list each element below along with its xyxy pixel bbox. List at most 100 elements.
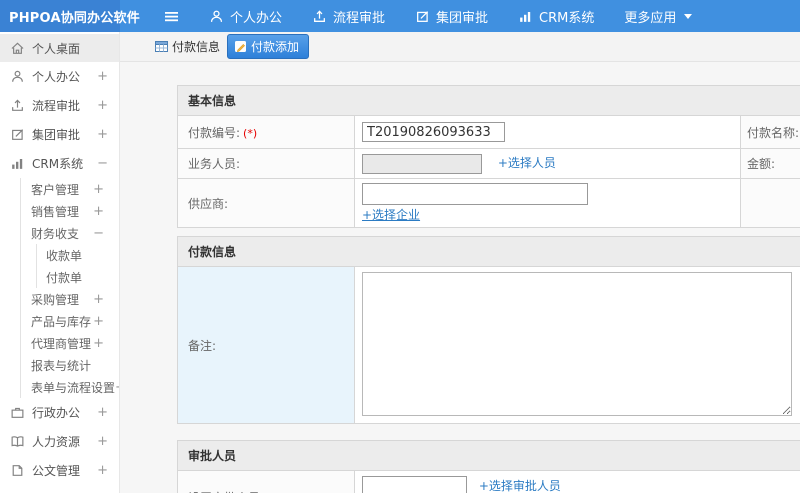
collapse-icon[interactable]: − <box>97 156 108 171</box>
top-navbar: PHPOA协同办公软件 个人办公 流程审批 集团审批 CRM系统 更多应用 <box>0 0 800 32</box>
sidebar-item-label: 公文管理 <box>32 464 81 478</box>
payment-no-input[interactable] <box>362 122 505 142</box>
section-title-payment-info: 付款信息 <box>176 236 800 267</box>
sidebar-item-form-workflow-settings[interactable]: 表单与流程设置 + <box>21 376 119 398</box>
expand-icon[interactable]: + <box>93 336 104 351</box>
expand-icon[interactable]: + <box>97 405 108 420</box>
finance-submenu: 收款单 付款单 <box>36 244 119 288</box>
sidebar-item-reports-stats[interactable]: 报表与统计 <box>21 354 119 376</box>
crm-submenu: 客户管理 + 销售管理 + 财务收支 − 收款单 付款单 采购管理 + 产品与库… <box>20 178 119 398</box>
expand-icon[interactable]: + <box>97 434 108 449</box>
sidebar-item-human-resources[interactable]: 人力资源 + <box>0 427 119 456</box>
sidebar-item-label: 客户管理 <box>31 182 80 197</box>
topnav-workflow-approval[interactable]: 流程审批 <box>312 7 385 26</box>
sidebar-item-label: 销售管理 <box>31 204 80 219</box>
sidebar-item-label: 个人桌面 <box>32 41 81 56</box>
approver-label: 设置审批人员:(*) <box>177 470 355 493</box>
table-grid-icon <box>155 41 168 52</box>
document-icon <box>10 463 25 478</box>
sidebar-item-label: 采购管理 <box>31 292 80 307</box>
workflow-icon <box>10 98 25 113</box>
payment-info-table: 付款信息 备注: <box>176 236 800 424</box>
sidebar-item-label: 表单与流程设置 <box>31 380 116 395</box>
sidebar-item-label: 人力资源 <box>32 435 81 449</box>
topnav-more-apps[interactable]: 更多应用 <box>624 7 693 26</box>
sidebar-item-purchase-mgmt[interactable]: 采购管理 + <box>21 288 119 310</box>
amount-label: 金额: <box>740 148 800 179</box>
sidebar-item-label: 产品与库存 <box>31 314 92 329</box>
bar-chart-icon <box>518 9 533 24</box>
expand-icon[interactable]: + <box>97 98 108 113</box>
sidebar-item-crm-system[interactable]: CRM系统 − <box>0 149 119 178</box>
topnav-crm-system[interactable]: CRM系统 <box>518 7 594 26</box>
briefcase-icon <box>10 405 25 420</box>
sidebar-item-label: 代理商管理 <box>31 336 92 351</box>
approver-input[interactable] <box>362 476 467 493</box>
tab-label: 付款添加 <box>251 40 300 54</box>
remark-label: 备注: <box>177 266 355 424</box>
payment-name-label: 付款名称:(*) <box>740 115 800 149</box>
sidebar-item-group-approval[interactable]: 集团审批 + <box>0 120 119 149</box>
app-logo: PHPOA协同办公软件 <box>0 0 140 32</box>
sidebar-item-label: 收款单 <box>46 248 83 263</box>
sidebar-item-label: 付款单 <box>46 270 83 285</box>
topnav-label: CRM系统 <box>539 10 595 26</box>
tab-payment-add[interactable]: 付款添加 <box>227 34 310 59</box>
expand-icon[interactable]: + <box>97 463 108 478</box>
app-window: PHPOA协同办公软件 个人办公 流程审批 集团审批 CRM系统 更多应用 个人… <box>0 0 800 493</box>
approval-table: 审批人员 设置审批人员:(*) +选择审批人员 提醒审批人员： <box>176 440 800 493</box>
sidebar-item-product-inventory[interactable]: 产品与库存 + <box>21 310 119 332</box>
tab-strip: 付款信息 付款添加 <box>120 32 800 62</box>
remark-textarea[interactable] <box>362 272 792 416</box>
staff-input[interactable] <box>362 153 482 174</box>
sidebar-item-label: 流程审批 <box>32 99 81 113</box>
expand-icon[interactable]: + <box>93 182 104 197</box>
sidebar: 个人桌面 个人办公 + 流程审批 + 集团审批 + CRM系统 − 客户管理 +… <box>0 32 120 493</box>
topnav-personal-office[interactable]: 个人办公 <box>209 7 282 26</box>
topnav-label: 集团审批 <box>436 10 489 26</box>
person-icon <box>10 69 25 84</box>
topnav-label: 更多应用 <box>624 10 677 26</box>
supplier-input[interactable] <box>362 183 588 205</box>
sidebar-item-agent-mgmt[interactable]: 代理商管理 + <box>21 332 119 354</box>
sidebar-item-finance[interactable]: 财务收支 − <box>21 222 119 244</box>
section-title-basic-info: 基本信息 <box>176 85 800 116</box>
book-icon <box>10 434 25 449</box>
section-title-approval: 审批人员 <box>176 440 800 471</box>
hamburger-menu-icon[interactable] <box>164 9 179 24</box>
collapse-icon[interactable]: − <box>93 226 104 241</box>
sidebar-item-personal-office[interactable]: 个人办公 + <box>0 62 119 91</box>
sidebar-item-label: 财务收支 <box>31 226 80 241</box>
topnav-label: 流程审批 <box>333 10 386 26</box>
expand-icon[interactable]: + <box>97 69 108 84</box>
sidebar-item-receipt-form[interactable]: 收款单 <box>37 244 119 266</box>
staff-label: 业务人员: <box>177 148 355 179</box>
sidebar-item-label: 行政办公 <box>32 406 81 420</box>
sidebar-item-document-mgmt[interactable]: 公文管理 + <box>0 456 119 485</box>
expand-icon[interactable]: + <box>97 127 108 142</box>
topnav-group-approval[interactable]: 集团审批 <box>415 7 488 26</box>
supplier-label: 供应商: <box>177 178 355 228</box>
sidebar-item-sales-mgmt[interactable]: 销售管理 + <box>21 200 119 222</box>
tab-payment-info[interactable]: 付款信息 <box>155 38 220 55</box>
sidebar-item-customer-mgmt[interactable]: 客户管理 + <box>21 178 119 200</box>
basic-info-table: 基本信息 付款编号:(*) 付款名称:(*) <box>176 85 800 228</box>
person-icon <box>209 9 224 24</box>
expand-icon[interactable]: + <box>93 314 104 329</box>
select-approver-link[interactable]: +选择审批人员 <box>479 479 561 493</box>
expand-icon[interactable]: + <box>93 204 104 219</box>
expand-icon[interactable]: + <box>93 292 104 307</box>
select-company-link[interactable]: +选择企业 <box>362 208 420 222</box>
caret-down-icon <box>684 13 693 19</box>
sidebar-item-workflow-approval[interactable]: 流程审批 + <box>0 91 119 120</box>
sidebar-item-admin-office[interactable]: 行政办公 + <box>0 398 119 427</box>
top-menu: 个人办公 流程审批 集团审批 CRM系统 更多应用 <box>164 0 693 32</box>
sidebar-item-label: 报表与统计 <box>31 358 92 373</box>
bar-chart-icon <box>10 156 25 171</box>
sidebar-item-personal-desktop[interactable]: 个人桌面 <box>0 34 119 62</box>
sidebar-item-payment-form[interactable]: 付款单 <box>37 266 119 288</box>
select-staff-link[interactable]: +选择人员 <box>498 156 556 170</box>
edit-square-icon <box>10 127 25 142</box>
payment-add-form: 基本信息 付款编号:(*) 付款名称:(*) <box>120 62 800 493</box>
required-marker: (*) <box>243 126 258 140</box>
